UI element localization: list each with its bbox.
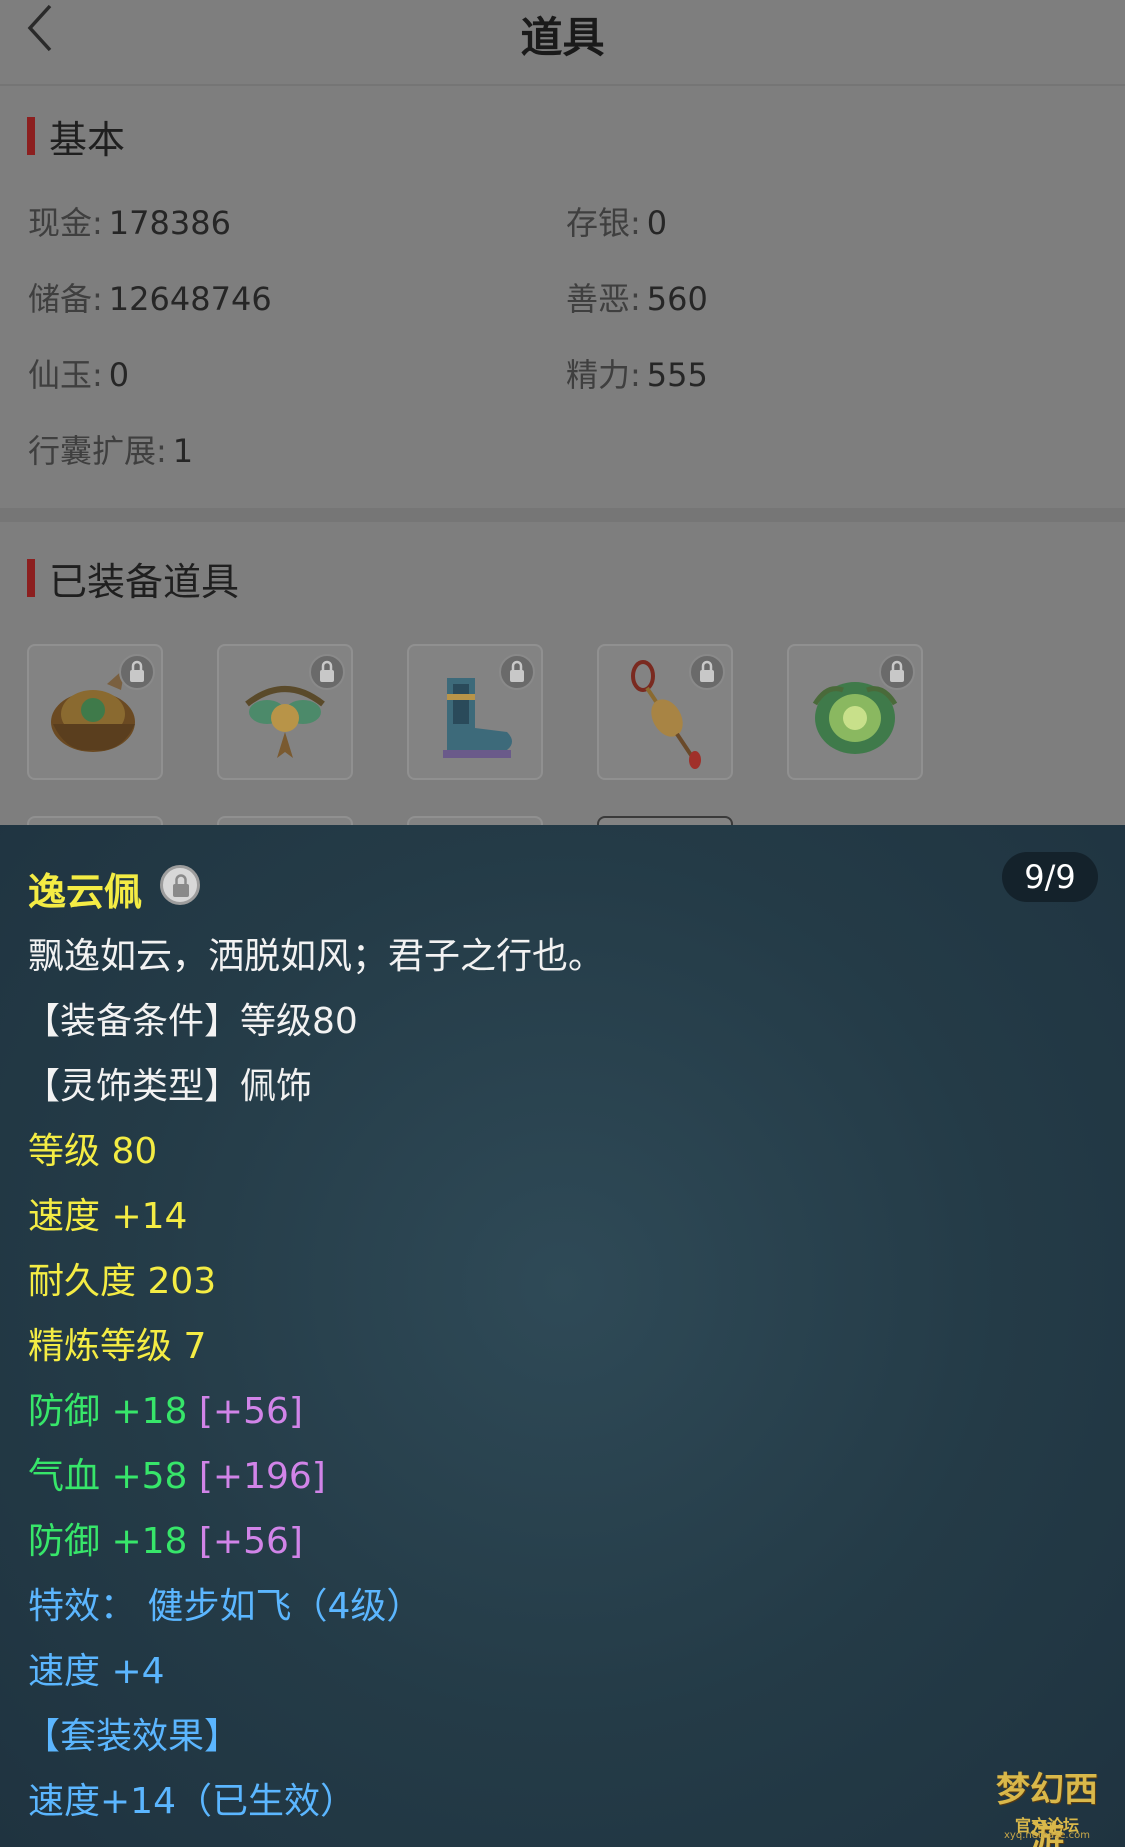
equipped-section: 已装备道具 [0,522,1125,842]
forum-watermark-logo: 梦幻西游 官方论坛 xyq.netease.com [981,1762,1113,1847]
item-tooltip: 逸云佩 9/9 飘逸如云，洒脱如风；君子之行也。 【装备条件】等级80 【灵饰类… [0,825,1125,1847]
item-speed: 速度 +14 [28,1196,188,1237]
item-type: 【灵饰类型】佩饰 [24,1066,313,1107]
item-name: 逸云佩 [28,870,143,914]
watermark-logo-text: 梦幻西游 [996,1770,1098,1847]
field-value: 12648746 [108,280,272,318]
attr-bonus: [+196] [198,1456,326,1497]
field-value: 555 [646,356,708,394]
field-bag-expansion: 行囊扩展: 1 [28,426,193,472]
item-level: 等级 80 [28,1131,158,1172]
attr-base: 气血 +58 [28,1456,188,1497]
item-special-effect: 特效： 健步如飞（4级） [28,1586,423,1627]
field-value: 560 [646,280,708,318]
item-set-effect: 速度+14（已生效） [28,1781,356,1822]
section-divider [0,508,1125,522]
basic-section-header: 基本 [27,114,125,162]
nav-bar: 道具 [0,0,1125,86]
equipped-section-title: 已装备道具 [49,559,240,604]
item-durability: 耐久度 203 [28,1261,217,1302]
lock-icon [689,654,725,690]
field-label: 行囊扩展: [28,432,167,470]
field-label: 存银: [566,204,641,242]
page-title: 道具 [520,13,605,62]
lock-icon [499,654,535,690]
field-label: 精力: [566,356,641,394]
field-label: 储备: [28,280,103,318]
field-label: 仙玉: [28,356,103,394]
field-savings: 存银: 0 [566,198,667,244]
item-attr-line: 气血 +58 [+196] [28,1447,326,1499]
basic-section: 基本 现金: 178386 存银: 0 储备: 12648746 善恶: 560 仙玉:… [0,88,1125,508]
field-label: 现金: [28,204,103,242]
field-value: 0 [108,356,130,394]
section-accent-bar [27,559,35,597]
field-cash: 现金: 178386 [28,198,231,244]
equip-slot-boots[interactable] [407,644,543,780]
section-accent-bar [27,117,35,155]
attr-base: 防御 +18 [28,1391,188,1432]
attr-base: 防御 +18 [28,1521,188,1562]
item-description: 飘逸如云，洒脱如风；君子之行也。 [28,936,605,977]
equip-slot-necklace[interactable] [217,644,353,780]
field-value: 0 [646,204,668,242]
equip-slot-pendant[interactable] [597,644,733,780]
lock-icon [309,654,345,690]
item-requirement: 【装备条件】等级80 [24,1001,358,1042]
item-refine-level: 精炼等级 7 [28,1326,207,1367]
equip-slot-helmet[interactable] [27,644,163,780]
equip-slot-orb[interactable] [787,644,923,780]
item-attr-line: 防御 +18 [+56] [28,1512,303,1564]
field-reserve: 储备: 12648746 [28,274,272,320]
field-label: 善恶: [566,280,641,318]
item-speed-bonus: 速度 +4 [28,1651,165,1692]
basic-section-title: 基本 [49,117,126,162]
attr-bonus: [+56] [198,1521,303,1562]
attr-bonus: [+56] [198,1391,303,1432]
field-karma: 善恶: 560 [566,274,708,320]
field-jade: 仙玉: 0 [28,350,129,396]
equipped-section-header: 已装备道具 [27,556,239,604]
field-value: 1 [172,432,194,470]
field-value: 178386 [108,204,231,242]
field-energy: 精力: 555 [566,350,708,396]
page-counter-badge: 9/9 [1002,852,1098,902]
lock-icon [879,654,915,690]
item-set-header: 【套装效果】 [24,1716,241,1757]
lock-icon [119,654,155,690]
lock-icon [160,865,200,905]
item-attr-line: 防御 +18 [+56] [28,1382,303,1434]
watermark-url: xyq.netease.com [1004,1830,1090,1841]
